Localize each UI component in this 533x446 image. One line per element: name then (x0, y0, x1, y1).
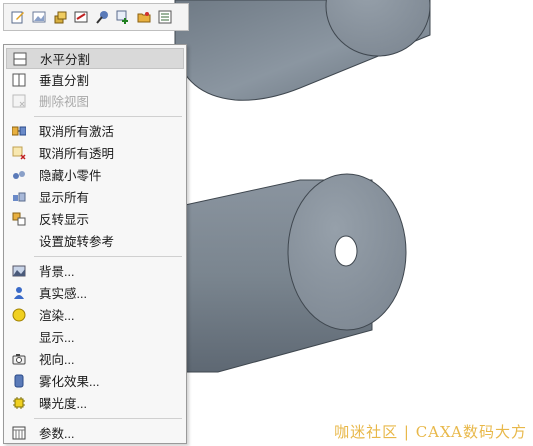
menu-item-exposure[interactable]: 曝光度... (6, 392, 184, 413)
menu-item-hide-small-parts[interactable]: 隐藏小零件 (6, 164, 184, 185)
menu-item-display[interactable]: 显示... (6, 326, 184, 347)
menu-separator (34, 116, 182, 117)
folder-icon (137, 12, 151, 23)
menu-item-background[interactable]: 背景... (6, 260, 184, 281)
menu-item-label: 删除视图 (39, 95, 90, 109)
menu-item-set-rotation-reference[interactable]: 设置旋转参考 (6, 230, 184, 251)
fog-icon (14, 374, 24, 387)
menu-item-fog-effect[interactable]: 雾化效果... (6, 370, 184, 391)
sketch-button[interactable] (71, 7, 91, 27)
menu-item-label: 取消所有透明 (39, 147, 115, 161)
edit-icon (11, 11, 24, 24)
render-icon (12, 308, 26, 321)
menu-item-split-vertical[interactable]: 垂直分割 (6, 69, 184, 90)
menu-item-label: 水平分割 (40, 53, 91, 67)
menu-item-label: 真实感... (39, 287, 87, 301)
context-menu: 水平分割 垂直分割 删除视图 取消所有激活 取消所有透明 隐藏小零件 显示所有 … (3, 44, 187, 444)
menu-item-parameters[interactable]: 参数... (6, 422, 184, 443)
cube-stack-button[interactable] (50, 7, 70, 27)
add-view-button[interactable] (113, 7, 133, 27)
cancel-transparency-icon (12, 146, 26, 160)
menu-item-deactivate-all[interactable]: 取消所有激活 (6, 120, 184, 141)
probe-icon (96, 11, 108, 24)
menu-separator (34, 418, 182, 419)
menu-item-label: 显示... (39, 331, 75, 345)
menu-item-label: 隐藏小零件 (39, 169, 102, 183)
menu-item-label: 显示所有 (39, 191, 90, 205)
list-icon (158, 10, 172, 24)
menu-item-show-all[interactable]: 显示所有 (6, 186, 184, 207)
menu-item-label: 反转显示 (39, 213, 90, 227)
image-button[interactable] (29, 7, 49, 27)
menu-item-label: 渲染... (39, 309, 75, 323)
menu-item-cancel-transparency[interactable]: 取消所有透明 (6, 142, 184, 163)
menu-item-realism[interactable]: 真实感... (6, 282, 184, 303)
menu-item-delete-view[interactable]: 删除视图 (6, 90, 184, 111)
view-toolbar (3, 3, 189, 31)
list-button[interactable] (155, 7, 175, 27)
menu-item-label: 视向... (39, 353, 75, 367)
menu-item-render[interactable]: 渲染... (6, 304, 184, 325)
exposure-icon (13, 396, 25, 409)
cylinder-lower (184, 173, 407, 373)
menu-item-label: 背景... (39, 265, 75, 279)
menu-item-label: 曝光度... (39, 397, 87, 411)
menu-item-label: 设置旋转参考 (39, 235, 115, 249)
image-icon (32, 11, 46, 23)
menu-item-split-horizontal[interactable]: 水平分割 (6, 48, 184, 69)
camera-icon (12, 353, 26, 364)
parameters-icon (12, 426, 26, 439)
cube-stack-icon (54, 11, 67, 24)
menu-item-label: 参数... (39, 427, 75, 441)
split-horizontal-icon (13, 52, 27, 65)
menu-item-invert-display[interactable]: 反转显示 (6, 208, 184, 229)
probe-button[interactable] (92, 7, 112, 27)
deactivate-all-icon (12, 126, 26, 135)
split-vertical-icon (12, 73, 26, 86)
show-all-icon (13, 192, 26, 201)
watermark: 咖迷社区 | CAXA数码大方 (334, 423, 527, 441)
menu-separator (34, 256, 182, 257)
invert-display-icon (12, 212, 26, 225)
menu-item-label: 垂直分割 (39, 74, 90, 88)
edit-button[interactable] (8, 7, 28, 27)
hide-small-parts-icon (13, 170, 25, 179)
menu-item-label: 雾化效果... (39, 375, 100, 389)
realism-icon (14, 286, 24, 299)
delete-view-icon (12, 94, 26, 107)
open-folder-button[interactable] (134, 7, 154, 27)
sketch-icon (74, 11, 88, 23)
menu-item-label: 取消所有激活 (39, 125, 115, 139)
cylinder-upper (174, 0, 431, 101)
background-icon (12, 265, 26, 276)
add-view-icon (116, 10, 128, 24)
menu-item-view-direction[interactable]: 视向... (6, 348, 184, 369)
